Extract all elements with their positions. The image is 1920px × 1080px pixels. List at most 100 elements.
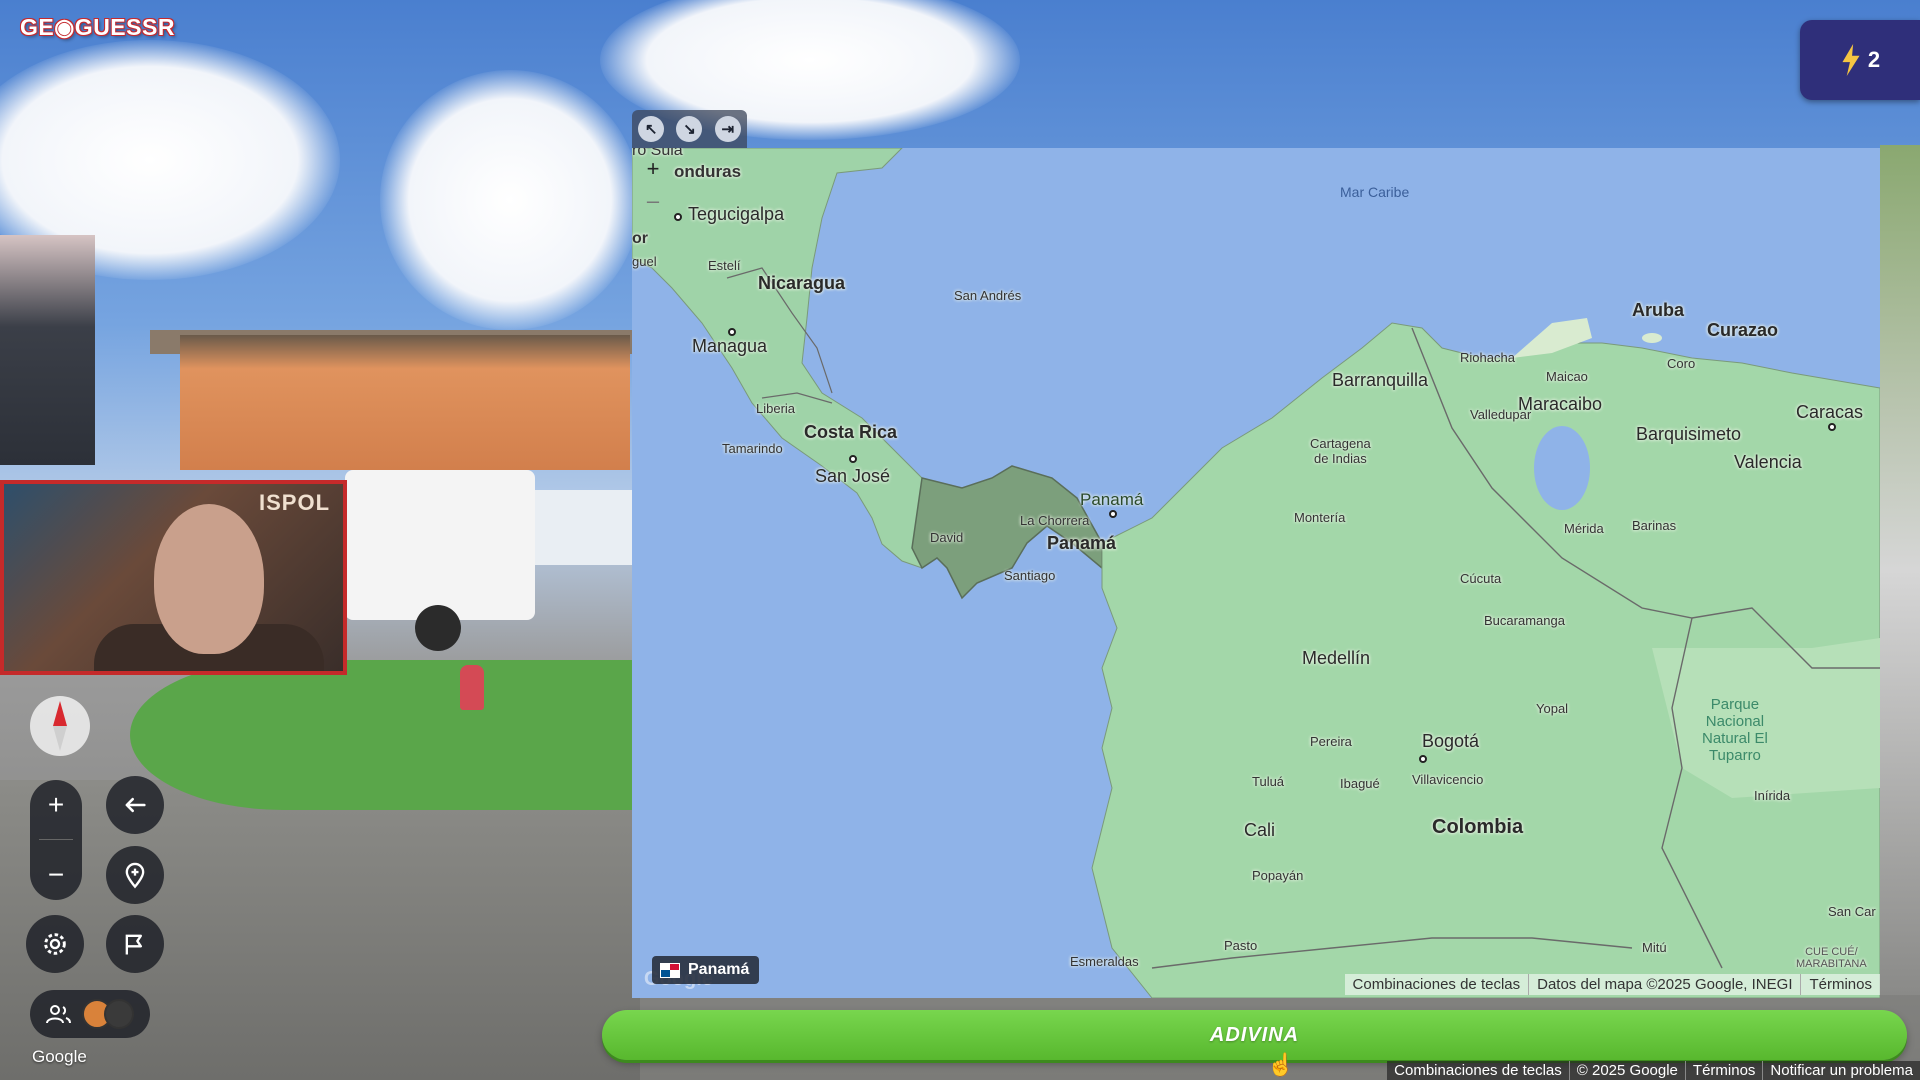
map-label: Mar Caribe [1340,184,1410,200]
map-label: San Car [1828,904,1876,919]
map-label: Tamarindo [722,441,783,456]
map-label: Coro [1667,356,1696,371]
map-label: Valencia [1734,452,1802,472]
map-label: Barquisimeto [1636,424,1742,444]
grass-median [130,660,640,810]
footer-shortcuts-link[interactable]: Combinaciones de teclas [1387,1061,1569,1080]
map-label: Cúcuta [1460,571,1502,586]
map-label: Riohacha [1460,350,1515,365]
map-label: Nicaragua [758,273,846,293]
map-label: Montería [1294,510,1346,525]
panama-flag-icon [660,962,680,978]
map-label: Parque Nacional Natural El Tuparro [1702,696,1768,764]
map-label: or [632,230,648,247]
map-label: Panamá [1047,533,1117,553]
guess-button[interactable]: ADIVINA [602,1010,1907,1060]
footer-attribution: Combinaciones de teclas © 2025 Google Té… [1387,1061,1920,1080]
map-label: San Andrés [954,288,1022,303]
map-label: Managua [692,336,768,356]
map-label: Barinas [1632,518,1677,533]
map-attribution: Combinaciones de teclas Datos del mapa ©… [1344,974,1880,995]
map-label: CUE CUÉ/ MARABITANA [1796,946,1867,970]
footer-copyright: © 2025 Google [1568,1061,1685,1080]
street-zoom-controls: + − [30,780,82,900]
shrink-down-right-icon[interactable]: ↘ [676,116,703,142]
energy-badge[interactable]: 2 [1800,20,1920,100]
building [0,235,95,465]
cursor-icon: ☝ [1267,1052,1295,1077]
city-marker [1419,755,1427,763]
map-label: Liberia [756,401,796,416]
map-label: Panamá [1080,490,1144,509]
map-label: Aruba [1632,300,1685,320]
map-label: Pereira [1310,734,1352,749]
map-label: ro Sula [632,148,683,159]
webcam-banner-text: ISPOL [259,490,331,515]
map-label: Popayán [1252,868,1304,883]
map-data-credit: Datos del mapa ©2025 Google, INEGI [1528,974,1800,995]
map-zoom-controls: + – [640,156,666,214]
map-label: Pasto [1224,938,1258,953]
map-label: Villavicencio [1412,772,1484,787]
map-zoom-out-button[interactable]: – [640,188,666,214]
country-chip: Panamá [652,956,760,984]
location-pin-icon[interactable] [106,846,164,904]
energy-count: 2 [1867,47,1881,72]
city-marker [674,213,682,221]
city-marker [728,328,736,336]
street-view-google-watermark: Google [32,1047,87,1066]
city-marker [849,455,857,463]
country-chip-label: Panamá [688,961,750,978]
map-label: David [930,530,964,545]
map-label: Colombia [1432,816,1524,838]
players-pill[interactable] [30,990,150,1038]
city-marker [1828,423,1836,431]
map-label: Esmeraldas [1070,954,1139,969]
truck-wheel [415,605,461,651]
map-label: Estelí [708,258,741,273]
footer-terms-link[interactable]: Términos [1684,1061,1763,1080]
truck [345,470,535,620]
people-icon [46,1005,71,1024]
settings-icon[interactable] [26,915,84,973]
city-marker [1109,510,1117,518]
map-shortcuts-link[interactable]: Combinaciones de teclas [1345,974,1529,995]
map-terms-link[interactable]: Términos [1800,974,1880,995]
zoom-in-icon[interactable]: + [48,789,64,821]
lightning-icon [1842,44,1860,76]
map-label: Santiago [1004,568,1056,583]
map-label: Tegucigalpa [688,204,785,224]
webcam-overlay: ISPOL [0,480,347,675]
zoom-out-icon[interactable]: − [48,859,64,891]
map-label: Costa Rica [804,422,898,442]
map-label: Barranquilla [1332,370,1429,390]
undo-icon[interactable] [106,776,164,834]
geoguessr-logo[interactable]: GE◉GUESSR [20,14,175,41]
map-label: Medellín [1302,648,1371,668]
pin-map-icon[interactable]: ⇥ [714,116,741,142]
map-label: Maicao [1546,369,1588,384]
divider [39,839,73,841]
map-label: Ibagué [1340,776,1380,791]
expand-up-left-icon[interactable]: ↖ [638,116,665,142]
map-label: Caracas [1796,402,1864,422]
map-label: guel [632,254,657,269]
map-label: Cali [1244,820,1276,840]
map-label: San José [815,466,891,486]
footer-report-link[interactable]: Notificar un problema [1762,1061,1920,1080]
map-label: Cartagena de Indias [1310,436,1371,466]
flag-icon[interactable] [106,915,164,973]
street-view-edge [1880,145,1920,995]
fire-hydrant [460,665,484,710]
streamer-face [154,504,264,654]
cloud [380,70,640,330]
guess-map[interactable]: + – Mar Caribe ro Sula onduras or guel T… [632,148,1880,998]
map-label: Yopal [1536,701,1569,716]
map-label: Mitú [1642,940,1667,955]
map-label: Mérida [1564,521,1604,536]
map-label: Tuluá [1252,774,1285,789]
compass-icon[interactable] [30,696,90,756]
map-label: Bogotá [1422,731,1480,751]
map-label: La Chorrera [1020,513,1090,528]
map-label: onduras [674,162,742,181]
